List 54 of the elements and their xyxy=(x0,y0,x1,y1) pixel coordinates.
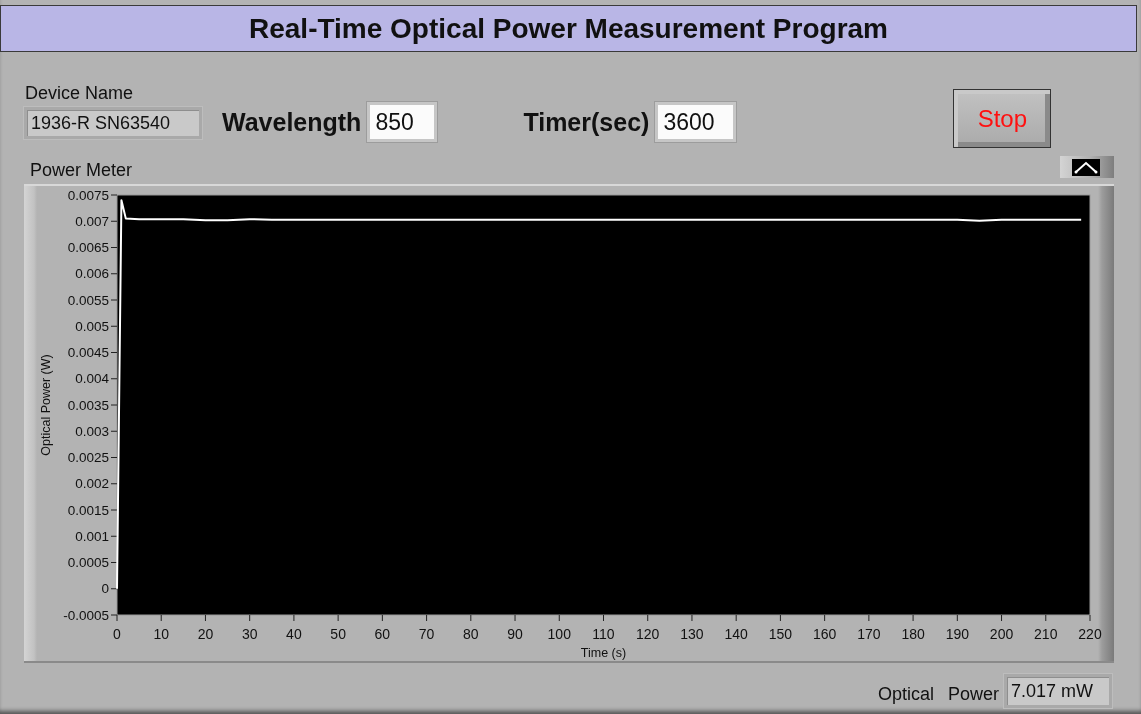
x-axis-title: Time (s) xyxy=(580,646,627,660)
x-tick-label: 90 xyxy=(507,626,523,642)
x-tick-label: 70 xyxy=(418,626,435,642)
title-banner: Real-Time Optical Power Measurement Program xyxy=(0,5,1137,52)
device-name-field: 1936-R SN63540 xyxy=(24,107,202,139)
graph-tool-button[interactable] xyxy=(1060,156,1114,178)
y-tick-label: 0.004 xyxy=(75,371,109,387)
y-tick-label: -0.0005 xyxy=(63,607,109,623)
optical-power-label: Optical Power xyxy=(877,683,999,705)
x-tick-label: 200 xyxy=(989,626,1014,642)
y-tick-label: 0.0005 xyxy=(67,555,109,570)
x-tick-label: 0 xyxy=(113,626,121,642)
x-tick-label: 40 xyxy=(286,626,302,642)
x-tick-label: 60 xyxy=(374,626,391,642)
x-tick-label: 50 xyxy=(330,626,346,642)
x-tick-label: 160 xyxy=(812,626,837,642)
timer-label: Timer(sec) xyxy=(523,107,650,137)
y-tick-label: 0.0065 xyxy=(67,240,109,255)
timer-field[interactable]: 3600 xyxy=(655,102,737,142)
graph-label: Power Meter xyxy=(30,159,133,181)
x-tick-label: 80 xyxy=(463,626,479,642)
device-name-label: Device Name xyxy=(24,83,134,103)
x-tick-label: 20 xyxy=(197,626,214,642)
x-tick-label: 150 xyxy=(768,626,793,642)
y-tick-label: 0.0075 xyxy=(67,187,109,203)
x-tick-label: 120 xyxy=(636,626,660,642)
wavelength-label: Wavelength xyxy=(222,107,362,137)
x-tick-label: 140 xyxy=(724,626,748,642)
y-axis-title: Optical Power (W) xyxy=(39,354,53,456)
y-tick-label: 0.006 xyxy=(75,266,109,282)
x-tick-label: 110 xyxy=(592,626,615,642)
x-tick-label: 10 xyxy=(153,626,169,642)
y-tick-label: 0.0045 xyxy=(67,345,109,360)
wavelength-field[interactable]: 850 xyxy=(367,102,438,142)
y-tick-label: 0.003 xyxy=(75,423,109,439)
x-tick-label: 190 xyxy=(945,626,969,642)
x-tick-label: 170 xyxy=(857,626,881,642)
y-tick-label: 0.002 xyxy=(75,476,109,492)
y-tick-label: 0.001 xyxy=(75,528,109,544)
optical-power-field: 7.017 mW xyxy=(1004,674,1112,708)
y-tick-label: 0.0025 xyxy=(67,450,109,465)
x-tick-label: 220 xyxy=(1078,626,1102,642)
x-tick-label: 180 xyxy=(901,626,925,642)
y-tick-label: 0.005 xyxy=(75,318,109,334)
x-tick-label: 130 xyxy=(680,626,704,642)
y-tick-label: 0.0055 xyxy=(67,292,109,308)
x-tick-label: 30 xyxy=(241,626,258,642)
caret-icon xyxy=(1072,158,1100,176)
y-tick-label: 0.007 xyxy=(75,213,109,229)
x-tick-label: 210 xyxy=(1034,626,1058,642)
y-tick-label: 0.0035 xyxy=(67,397,109,413)
y-tick-label: 0.0015 xyxy=(67,502,109,518)
y-tick-label: 0 xyxy=(101,581,109,597)
x-tick-label: 100 xyxy=(547,626,571,642)
